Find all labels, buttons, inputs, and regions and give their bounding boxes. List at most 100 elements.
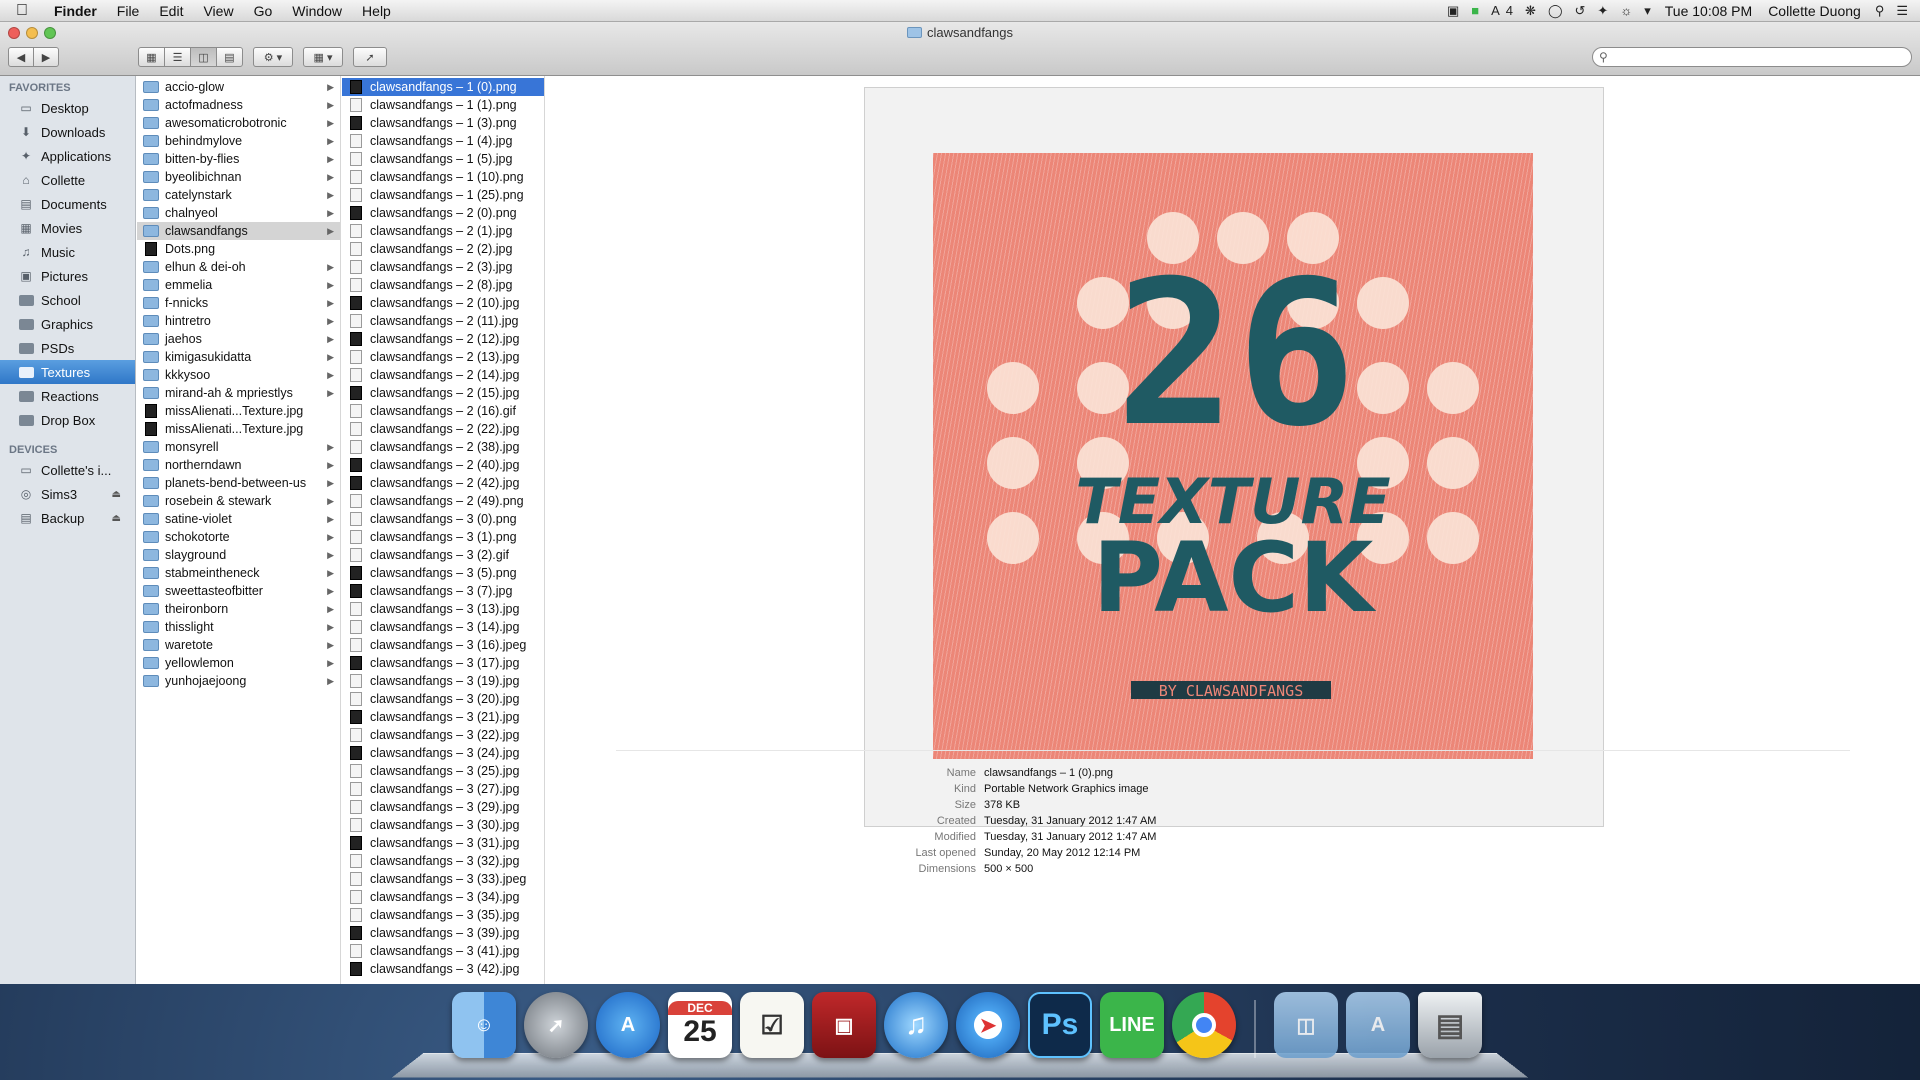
file-item[interactable]: clawsandfangs – 2 (12).jpg <box>342 330 544 348</box>
list-item[interactable]: sweettasteofbitter ▶ <box>137 582 340 600</box>
file-item[interactable]: clawsandfangs – 2 (13).jpg <box>342 348 544 366</box>
column-view-button[interactable]: ◫ <box>190 47 217 67</box>
file-item[interactable]: clawsandfangs – 3 (31).jpg <box>342 834 544 852</box>
bluetooth-icon[interactable]: ✦ <box>1591 3 1614 19</box>
file-item[interactable]: clawsandfangs – 2 (10).jpg <box>342 294 544 312</box>
list-item[interactable]: schokotorte ▶ <box>137 528 340 546</box>
list-item[interactable]: northerndawn ▶ <box>137 456 340 474</box>
list-item[interactable]: jaehos ▶ <box>137 330 340 348</box>
file-item[interactable]: clawsandfangs – 2 (40).jpg <box>342 456 544 474</box>
file-item[interactable]: clawsandfangs – 3 (7).jpg <box>342 582 544 600</box>
list-item[interactable]: missAlienati...Texture.jpg <box>137 402 340 420</box>
file-item[interactable]: clawsandfangs – 3 (34).jpg <box>342 888 544 906</box>
file-item[interactable]: clawsandfangs – 3 (30).jpg <box>342 816 544 834</box>
list-item[interactable]: emmelia ▶ <box>137 276 340 294</box>
trash-dock-icon[interactable]: ▤ <box>1418 992 1482 1058</box>
file-item[interactable]: clawsandfangs – 2 (2).jpg <box>342 240 544 258</box>
sidebar-item-textures[interactable]: Textures <box>0 360 135 384</box>
file-item[interactable]: clawsandfangs – 1 (5).jpg <box>342 150 544 168</box>
documents-stack-icon[interactable]: ◫ <box>1274 992 1338 1058</box>
file-item[interactable]: clawsandfangs – 3 (25).jpg <box>342 762 544 780</box>
list-item[interactable]: awesomaticrobotronic ▶ <box>137 114 340 132</box>
file-item[interactable]: clawsandfangs – 2 (3).jpg <box>342 258 544 276</box>
list-item[interactable]: elhun & dei-oh ▶ <box>137 258 340 276</box>
list-item[interactable]: mirand-ah & mpriestlys ▶ <box>137 384 340 402</box>
adobe-status-icon[interactable]: A <box>1485 3 1506 18</box>
sidebar-item-pictures[interactable]: ▣ Pictures <box>0 264 135 288</box>
file-item[interactable]: clawsandfangs – 2 (38).jpg <box>342 438 544 456</box>
file-item[interactable]: clawsandfangs – 3 (24).jpg <box>342 744 544 762</box>
file-item[interactable]: clawsandfangs – 1 (1).png <box>342 96 544 114</box>
list-item[interactable]: bitten-by-flies ▶ <box>137 150 340 168</box>
file-item[interactable]: clawsandfangs – 3 (41).jpg <box>342 942 544 960</box>
list-item[interactable]: theironborn ▶ <box>137 600 340 618</box>
launchpad-dock-icon[interactable]: ➚ <box>524 992 588 1058</box>
file-item[interactable]: clawsandfangs – 3 (2).gif <box>342 546 544 564</box>
list-item[interactable]: byeolibichnan ▶ <box>137 168 340 186</box>
volume-icon[interactable]: ▾ <box>1638 3 1657 19</box>
sidebar-item-reactions[interactable]: Reactions <box>0 384 135 408</box>
settings-status-icon[interactable]: ❋ <box>1519 3 1542 19</box>
line-dock-icon[interactable]: LINE <box>1100 992 1164 1058</box>
sidebar-item-movies[interactable]: ▦ Movies <box>0 216 135 240</box>
list-item[interactable]: chalnyeol ▶ <box>137 204 340 222</box>
menu-view[interactable]: View <box>193 3 243 19</box>
menu-help[interactable]: Help <box>352 3 401 19</box>
sidebar-device-1[interactable]: ▭ Collette's i... <box>0 458 135 482</box>
file-item[interactable]: clawsandfangs – 2 (14).jpg <box>342 366 544 384</box>
file-item[interactable]: clawsandfangs – 3 (22).jpg <box>342 726 544 744</box>
file-item[interactable]: clawsandfangs – 1 (10).png <box>342 168 544 186</box>
list-item[interactable]: waretote ▶ <box>137 636 340 654</box>
sidebar-item-desktop[interactable]: ▭ Desktop <box>0 96 135 120</box>
cover-flow-button[interactable]: ▤ <box>216 47 243 67</box>
file-item[interactable]: clawsandfangs – 3 (14).jpg <box>342 618 544 636</box>
list-item[interactable]: slayground ▶ <box>137 546 340 564</box>
wifi-icon[interactable]: ☼ <box>1614 3 1638 18</box>
sidebar-item-drop-box[interactable]: Drop Box <box>0 408 135 432</box>
list-item[interactable]: kkkysoo ▶ <box>137 366 340 384</box>
sidebar-item-psds[interactable]: PSDs <box>0 336 135 360</box>
list-item[interactable]: Dots.png <box>137 240 340 258</box>
file-item[interactable]: clawsandfangs – 2 (8).jpg <box>342 276 544 294</box>
sidebar-device-2[interactable]: ◎ Sims3 ⏏ <box>0 482 135 506</box>
list-item[interactable]: satine-violet ▶ <box>137 510 340 528</box>
file-item[interactable]: clawsandfangs – 2 (15).jpg <box>342 384 544 402</box>
photo-booth-dock-icon[interactable]: ▣ <box>812 992 876 1058</box>
file-item[interactable]: clawsandfangs – 3 (17).jpg <box>342 654 544 672</box>
menu-go[interactable]: Go <box>244 3 283 19</box>
file-item[interactable]: clawsandfangs – 1 (4).jpg <box>342 132 544 150</box>
file-item[interactable]: clawsandfangs – 2 (16).gif <box>342 402 544 420</box>
menu-file[interactable]: File <box>107 3 150 19</box>
file-item[interactable]: clawsandfangs – 3 (21).jpg <box>342 708 544 726</box>
list-item[interactable]: actofmadness ▶ <box>137 96 340 114</box>
applications-stack-icon[interactable]: A <box>1346 992 1410 1058</box>
file-item[interactable]: clawsandfangs – 1 (3).png <box>342 114 544 132</box>
chat-bubble-icon[interactable]: ◯ <box>1542 3 1569 19</box>
file-item[interactable]: clawsandfangs – 3 (1).png <box>342 528 544 546</box>
clock[interactable]: Tue 10:08 PM <box>1657 3 1760 19</box>
share-button[interactable]: ➚ <box>353 47 387 67</box>
list-item[interactable]: catelynstark ▶ <box>137 186 340 204</box>
back-button[interactable]: ◀ <box>8 47 34 67</box>
reminders-dock-icon[interactable]: ☑ <box>740 992 804 1058</box>
list-item[interactable]: accio-glow ▶ <box>137 78 340 96</box>
list-item[interactable]: rosebein & stewark ▶ <box>137 492 340 510</box>
safari-dock-icon[interactable]: ➤ <box>956 992 1020 1058</box>
search-input[interactable]: ⚲ <box>1592 47 1912 67</box>
list-item[interactable]: clawsandfangs ▶ <box>137 222 340 240</box>
file-item[interactable]: clawsandfangs – 2 (49).png <box>342 492 544 510</box>
sidebar-item-downloads[interactable]: ⬇ Downloads <box>0 120 135 144</box>
file-item[interactable]: clawsandfangs – 3 (27).jpg <box>342 780 544 798</box>
photoshop-dock-icon[interactable]: Ps <box>1028 992 1092 1058</box>
list-item[interactable]: yunhojaejoong ▶ <box>137 672 340 690</box>
arrange-menu-button[interactable]: ▦ ▾ <box>303 47 343 67</box>
list-item[interactable]: behindmylove ▶ <box>137 132 340 150</box>
line-status-icon[interactable]: ■ <box>1465 3 1485 18</box>
chrome-dock-icon[interactable] <box>1172 992 1236 1058</box>
sidebar-device-3[interactable]: ▤ Backup ⏏ <box>0 506 135 530</box>
itunes-dock-icon[interactable]: ♫ <box>884 992 948 1058</box>
file-item[interactable]: clawsandfangs – 2 (22).jpg <box>342 420 544 438</box>
file-item[interactable]: clawsandfangs – 1 (25).png <box>342 186 544 204</box>
app-store-dock-icon[interactable]: A <box>596 992 660 1058</box>
apple-menu-icon[interactable]:  <box>0 2 44 20</box>
